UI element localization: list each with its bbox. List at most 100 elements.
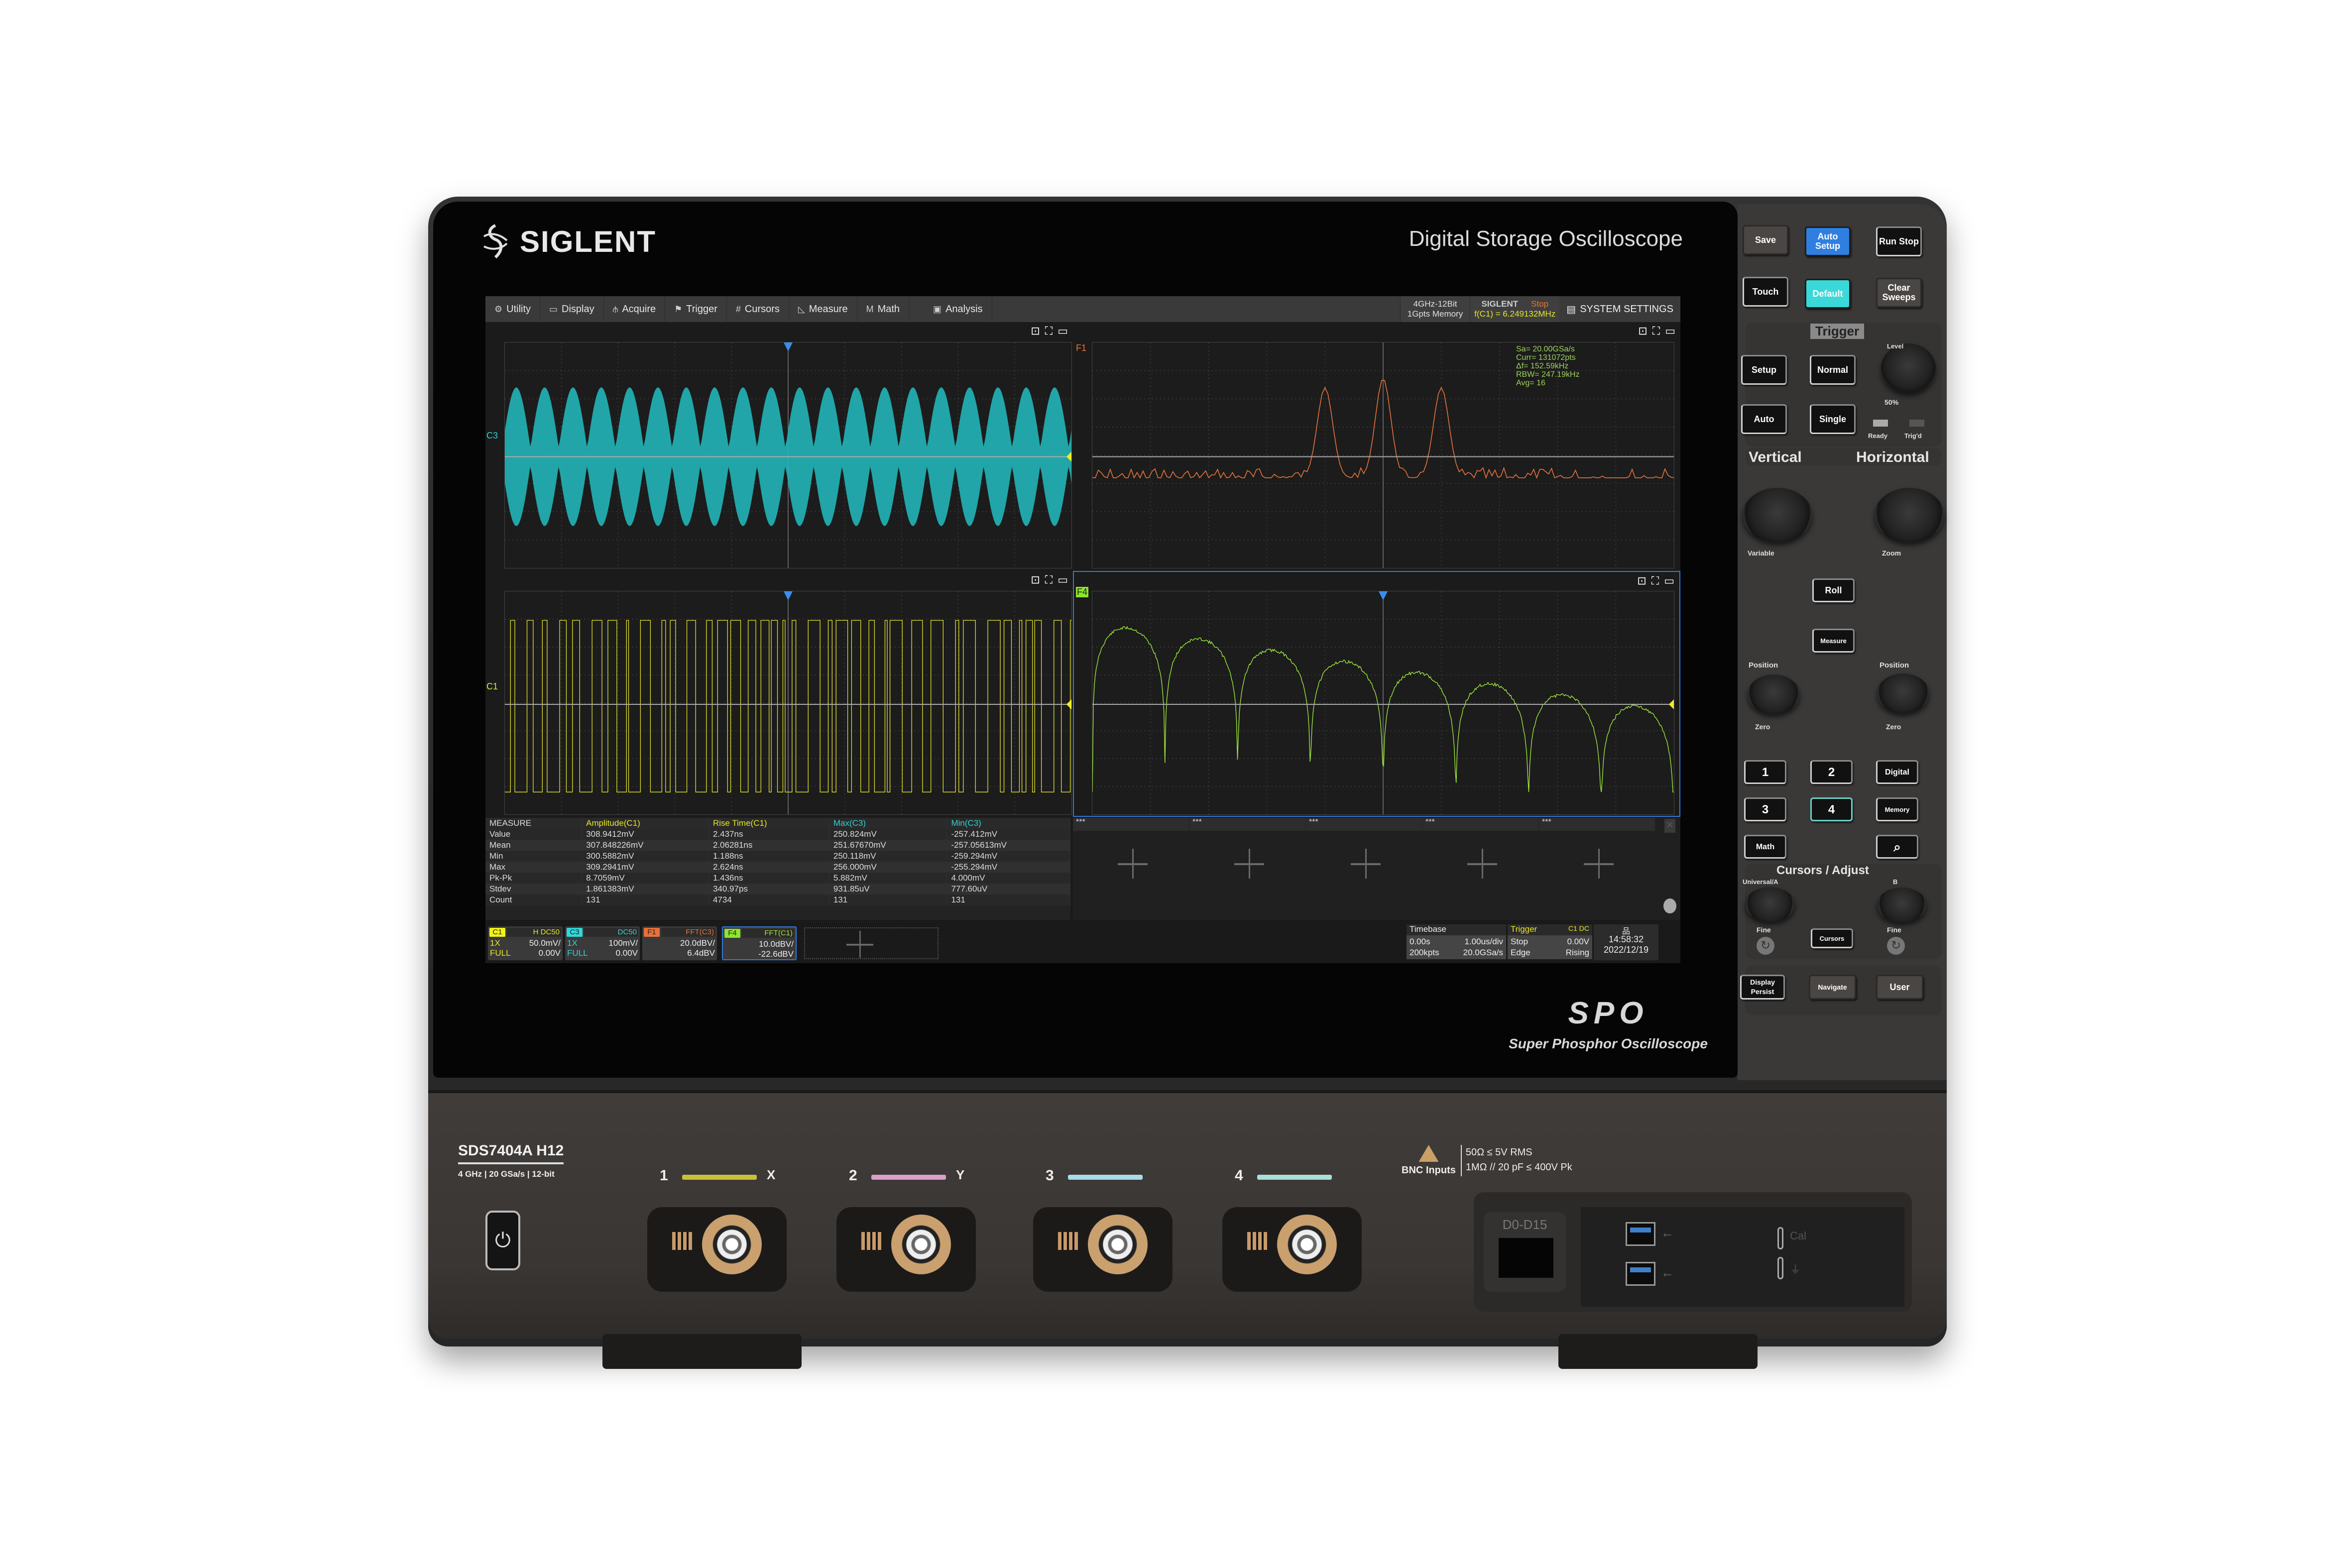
window-icon[interactable]: ▭ (1665, 325, 1675, 337)
timebase-box[interactable]: Timebase 0.00s 1.00us/div 200kpts 20.0GSa/… (1407, 924, 1506, 960)
vertical-scale-knob[interactable] (1743, 488, 1812, 543)
empty-measure-slot[interactable]: *** (1306, 818, 1422, 831)
trigger-auto-button[interactable]: Auto (1741, 404, 1787, 434)
channel-1-button[interactable]: 1 (1744, 760, 1786, 784)
menu-trigger[interactable]: ⚑ Trigger (665, 296, 727, 322)
touch-button[interactable]: Touch (1743, 277, 1788, 307)
trigger-level-marker[interactable] (1066, 699, 1071, 709)
camera-icon[interactable]: ⊡ (1031, 325, 1040, 337)
search-button[interactable]: ⌕ (1876, 835, 1918, 859)
menu-math[interactable]: M Math (857, 296, 910, 322)
channel-descriptor-c3[interactable]: C3 DC50 1X 100mV/FULL 0.00V (565, 926, 640, 960)
user-button[interactable]: User (1876, 975, 1923, 1000)
save-button[interactable]: Save (1743, 225, 1788, 255)
touch-screen[interactable]: ⚙ Utility ▭ Display ⫛ Acquire ⚑ Trigger # Cur… (485, 296, 1680, 963)
menu-utility[interactable]: ⚙ Utility (485, 296, 541, 322)
auto-setup-button[interactable]: Auto Setup (1805, 226, 1851, 256)
run-stop-button[interactable]: Run Stop (1876, 226, 1922, 256)
channel-descriptor-c1[interactable]: C1 H DC50 1X 50.0mV/FULL 0.00V (488, 926, 563, 960)
run-status[interactable]: SIGLENT Stop f(C1) = 6.249132MHz (1470, 296, 1560, 322)
universal-a-knob[interactable] (1745, 887, 1795, 922)
empty-measure-slot[interactable]: *** (1189, 818, 1306, 831)
add-measure-icon[interactable] (1584, 849, 1614, 879)
trigger-position-marker[interactable] (1379, 591, 1388, 600)
trigger-position-marker[interactable] (784, 342, 793, 351)
navigate-button[interactable]: Navigate (1809, 975, 1856, 1000)
window-icon[interactable]: ▭ (1058, 325, 1068, 337)
default-button[interactable]: Default (1805, 279, 1851, 309)
digital-button[interactable]: Digital (1876, 760, 1918, 784)
clear-sweeps-button[interactable]: Clear Sweeps (1876, 278, 1922, 308)
maximize-icon[interactable]: ⛶ (1652, 325, 1660, 337)
window-icon[interactable]: ▭ (1664, 574, 1674, 587)
close-measure-icon[interactable]: ✕ (1664, 819, 1675, 833)
empty-measure-slot[interactable]: *** (1422, 818, 1539, 831)
trigger-setup-button[interactable]: Setup (1741, 355, 1787, 385)
horizontal-scale-knob[interactable] (1875, 488, 1944, 543)
channel-descriptor-f1[interactable]: F1 FFT(C3) 20.0dBV/6.4dBV (642, 926, 717, 960)
measure-header-cell[interactable]: Rise Time(C1) (708, 818, 829, 829)
refresh-icon[interactable] (1663, 898, 1676, 913)
vertical-position-knob[interactable] (1748, 674, 1800, 714)
add-measure-icon[interactable] (1118, 849, 1148, 879)
trigger-normal-button[interactable]: Normal (1810, 355, 1856, 385)
menu-acquire[interactable]: ⫛ Acquire (604, 296, 666, 322)
math-button[interactable]: Math (1744, 835, 1786, 859)
trigger-box[interactable]: Trigger C1 DC Stop 0.00V Edge Rising (1508, 924, 1592, 960)
empty-measure-slot[interactable]: *** (1073, 818, 1189, 831)
trigger-position-marker[interactable] (784, 591, 793, 600)
add-channel-slot[interactable] (804, 927, 939, 959)
horizontal-position-knob[interactable] (1877, 673, 1929, 713)
empty-measure-slot[interactable]: *** (1539, 818, 1655, 831)
cal-terminal[interactable] (1777, 1227, 1783, 1249)
channel-3-bnc-connector[interactable] (1088, 1215, 1148, 1274)
channel-marker-f1[interactable]: F1 (1076, 343, 1086, 353)
measure-header-cell[interactable]: Amplitude(C1) (582, 818, 709, 829)
display-persist-button[interactable]: Display Persist (1740, 975, 1785, 1000)
trigger-level-knob[interactable] (1881, 343, 1936, 393)
waveform-grid-f4[interactable] (1092, 591, 1674, 815)
usb-port-2[interactable] (1626, 1262, 1655, 1286)
camera-icon[interactable]: ⊡ (1637, 574, 1646, 587)
channel-4-bnc-connector[interactable] (1277, 1215, 1337, 1274)
ground-terminal[interactable] (1777, 1257, 1783, 1279)
measure-header-cell[interactable]: Max(C3) (829, 818, 947, 829)
channel-1-bnc-connector[interactable] (702, 1215, 762, 1274)
fine-b-toggle-icon[interactable]: ↻ (1887, 937, 1905, 955)
system-settings-button[interactable]: ▤ SYSTEM SETTINGS (1559, 296, 1680, 322)
measurement-table[interactable]: MEASURE Amplitude(C1) Rise Time(C1) Max(C3)… (485, 818, 1070, 920)
roll-button[interactable]: Roll (1812, 578, 1855, 602)
menu-cursors[interactable]: # Cursors (727, 296, 789, 322)
maximize-icon[interactable]: ⛶ (1045, 325, 1053, 337)
window-icon[interactable]: ▭ (1058, 573, 1068, 586)
trigger-single-button[interactable]: Single (1810, 404, 1856, 434)
camera-icon[interactable]: ⊡ (1031, 573, 1040, 586)
b-knob[interactable] (1877, 888, 1927, 922)
camera-icon[interactable]: ⊡ (1638, 325, 1647, 337)
add-measure-icon[interactable] (1234, 849, 1264, 879)
add-measure-icon[interactable] (1351, 849, 1381, 879)
digital-probe-port[interactable]: D0-D15 (1484, 1212, 1566, 1292)
channel-marker-c3[interactable]: C3 (486, 431, 498, 441)
waveform-grid-c3[interactable] (504, 342, 1072, 568)
usb-port-1[interactable] (1626, 1222, 1655, 1246)
menu-measure[interactable]: ◺ Measure (789, 296, 857, 322)
menu-analysis[interactable]: ▣ Analysis (924, 296, 992, 322)
channel-marker-f4[interactable]: F4 (1076, 587, 1089, 597)
channel-descriptor-f4[interactable]: F4 FFT(C1) 10.0dBV/-22.6dBV (722, 926, 797, 960)
maximize-icon[interactable]: ⛶ (1651, 574, 1659, 587)
maximize-icon[interactable]: ⛶ (1045, 573, 1053, 586)
channel-3-button[interactable]: 3 (1744, 797, 1786, 821)
menu-display[interactable]: ▭ Display (540, 296, 604, 322)
waveform-grid-c1[interactable] (504, 591, 1072, 815)
add-measure-icon[interactable] (1467, 849, 1497, 879)
fine-a-toggle-icon[interactable]: ↻ (1757, 937, 1774, 955)
cursors-button[interactable]: Cursors (1811, 928, 1853, 948)
trigger-level-marker[interactable] (1669, 699, 1674, 709)
channel-2-bnc-connector[interactable] (891, 1215, 951, 1274)
channel-2-button[interactable]: 2 (1810, 760, 1853, 784)
channel-4-button[interactable]: 4 (1810, 797, 1853, 821)
power-button[interactable]: ⏻ (485, 1211, 520, 1270)
measure-button[interactable]: Measure (1812, 629, 1855, 653)
measure-header-cell[interactable]: Min(C3) (946, 818, 1070, 829)
